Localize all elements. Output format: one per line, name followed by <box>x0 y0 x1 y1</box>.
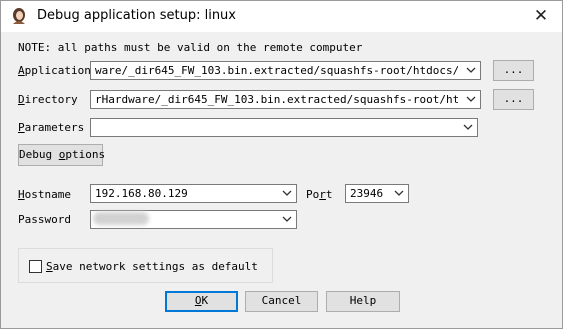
chevron-down-icon[interactable] <box>466 96 476 103</box>
chevron-down-icon[interactable] <box>466 67 476 74</box>
port-combo[interactable]: 23946 <box>345 184 409 203</box>
password-label: Password <box>18 213 71 226</box>
hostname-label: Hostname <box>18 188 71 201</box>
directory-path: rHardware/_dir645_FW_103.bin.extracted/s… <box>95 93 458 106</box>
hostname-combo[interactable]: 192.168.80.129 <box>90 184 297 203</box>
application-label: Application <box>18 64 91 77</box>
cancel-button[interactable]: Cancel <box>245 291 318 312</box>
redacted-password-blur <box>93 212 149 225</box>
directory-combo[interactable]: rHardware/_dir645_FW_103.bin.extracted/s… <box>90 90 481 109</box>
application-path: ware/_dir645_FW_103.bin.extracted/squash… <box>95 64 458 77</box>
close-icon[interactable]: ✕ <box>529 4 553 28</box>
help-button[interactable]: Help <box>326 291 400 312</box>
directory-browse-button[interactable]: ... <box>493 89 534 110</box>
window-title: Debug application setup: linux <box>37 8 236 23</box>
debug-setup-dialog: Debug application setup: linux ✕ NOTE: a… <box>0 0 563 329</box>
chevron-down-icon[interactable] <box>463 124 473 131</box>
parameters-label: Parameters <box>18 121 85 134</box>
parameters-combo[interactable] <box>90 118 478 137</box>
application-combo[interactable]: ware/_dir645_FW_103.bin.extracted/squash… <box>90 61 481 80</box>
app-avatar-icon <box>10 7 28 25</box>
note-text: NOTE: all paths must be valid on the rem… <box>18 41 363 54</box>
title-bar: Debug application setup: linux ✕ <box>1 1 562 32</box>
chevron-down-icon[interactable] <box>282 216 292 223</box>
chevron-down-icon[interactable] <box>282 190 292 197</box>
save-settings-checkbox[interactable] <box>29 260 42 273</box>
ok-button[interactable]: OK <box>165 291 238 312</box>
port-value: 23946 <box>350 187 384 200</box>
chevron-down-icon[interactable] <box>394 190 404 197</box>
save-settings-label[interactable]: Save network settings as default <box>46 260 258 273</box>
hostname-value: 192.168.80.129 <box>95 187 188 200</box>
port-label: Port <box>306 188 333 201</box>
directory-label: Directory <box>18 93 78 106</box>
debug-options-button[interactable]: Debug options <box>18 144 105 166</box>
application-browse-button[interactable]: ... <box>493 60 534 81</box>
